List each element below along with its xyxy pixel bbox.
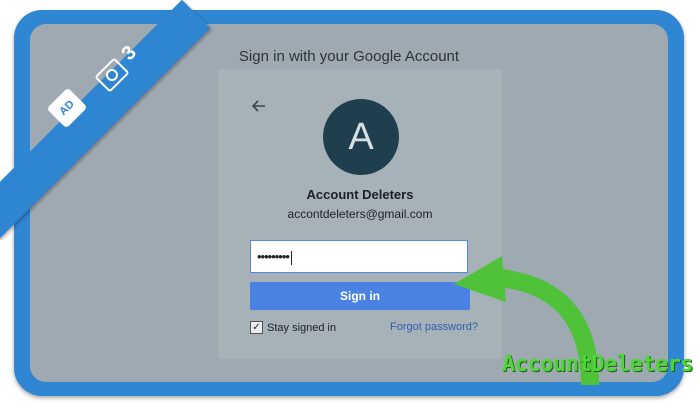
badge-ribbon — [0, 0, 211, 240]
arrow-left-icon[interactable] — [250, 97, 268, 115]
checkmark-icon[interactable]: ✓ — [250, 321, 263, 334]
password-mask: ••••••••• — [257, 249, 290, 264]
watermark: AccountDeleters — [502, 352, 694, 377]
stay-signed-in-label: Stay signed in — [267, 321, 337, 334]
signin-button[interactable]: Sign in — [250, 282, 470, 310]
account-email: accontdeleters@gmail.com — [287, 207, 433, 221]
stay-signed-in[interactable]: ✓ Stay signed in — [250, 321, 336, 334]
avatar: A — [323, 99, 399, 175]
account-name: Account Deleters — [306, 187, 414, 202]
text-caret — [290, 250, 292, 265]
step-badge: AD 3 — [0, 0, 240, 240]
password-field[interactable]: ••••••••• — [250, 240, 468, 273]
